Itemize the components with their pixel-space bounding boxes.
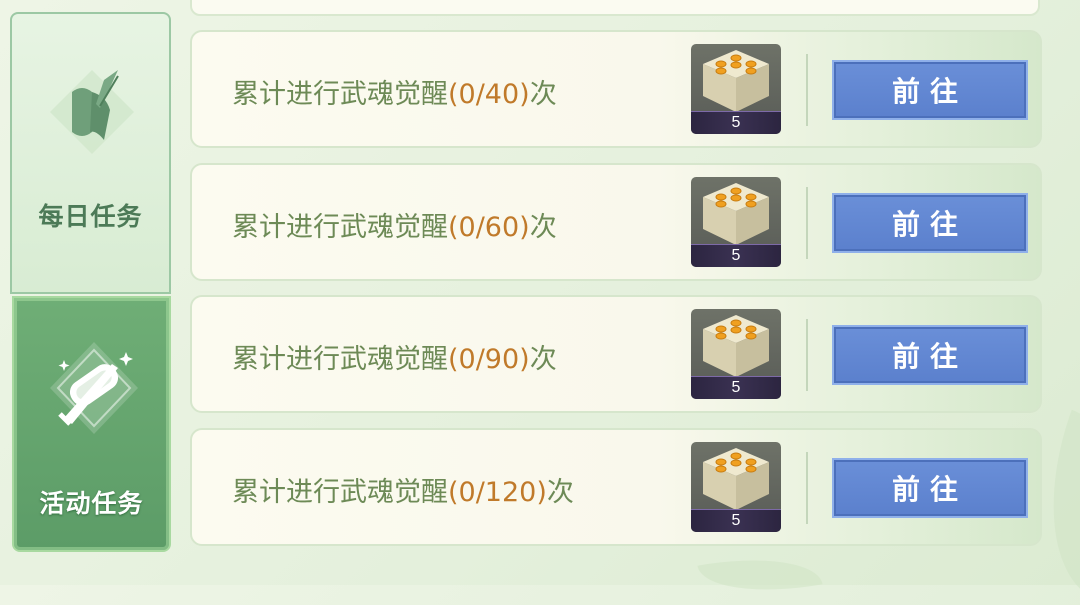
task-progress: (0/60) bbox=[448, 212, 530, 243]
task-description: 累计进行武魂觉醒(0/90)次 bbox=[232, 344, 557, 375]
go-button[interactable]: 前往 bbox=[832, 458, 1028, 518]
reward-item[interactable]: 5 bbox=[691, 177, 781, 267]
task-row: 累计进行武魂觉醒(0/60)次 5 前往 bbox=[190, 163, 1042, 281]
task-description: 累计进行武魂觉醒(0/120)次 bbox=[232, 477, 574, 508]
reward-count: 5 bbox=[731, 512, 741, 529]
task-row: 累计进行武魂觉醒(0/40)次 5 前往 bbox=[190, 30, 1042, 148]
task-category-sidebar: 每日任务 活动任务 bbox=[10, 12, 173, 552]
quill-scroll-icon bbox=[50, 70, 134, 154]
divider bbox=[806, 187, 808, 259]
go-button[interactable]: 前往 bbox=[832, 193, 1028, 253]
divider bbox=[806, 319, 808, 391]
task-description: 累计进行武魂觉醒(0/40)次 bbox=[232, 79, 557, 110]
task-row: 累计进行武魂觉醒(0/120)次 5 前往 bbox=[190, 428, 1042, 546]
task-list[interactable]: 累计进行武魂觉醒(0/40)次 5 前往 累计进行武魂觉醒(0/60)次 5 前… bbox=[190, 0, 1045, 585]
task-description: 累计进行武魂觉醒(0/60)次 bbox=[232, 212, 557, 243]
task-row: 累计进行武魂觉醒(0/90)次 5 前往 bbox=[190, 295, 1042, 413]
task-progress: (0/40) bbox=[448, 79, 530, 110]
go-button[interactable]: 前往 bbox=[832, 325, 1028, 385]
scroll-sword-icon bbox=[50, 342, 138, 434]
tab-daily-tasks[interactable]: 每日任务 bbox=[10, 12, 171, 294]
tab-event-tasks[interactable]: 活动任务 bbox=[12, 296, 171, 552]
reward-count: 5 bbox=[731, 114, 741, 131]
tab-event-label: 活动任务 bbox=[39, 489, 144, 518]
dice-icon bbox=[703, 50, 769, 112]
reward-item[interactable]: 5 bbox=[691, 442, 781, 532]
task-progress: (0/120) bbox=[448, 477, 547, 508]
go-button[interactable]: 前往 bbox=[832, 60, 1028, 120]
reward-count: 5 bbox=[731, 247, 741, 264]
divider bbox=[806, 452, 808, 524]
divider bbox=[806, 54, 808, 126]
task-progress: (0/90) bbox=[448, 344, 530, 375]
dice-icon bbox=[703, 183, 769, 245]
dice-icon bbox=[703, 315, 769, 377]
reward-item[interactable]: 5 bbox=[691, 309, 781, 399]
reward-count: 5 bbox=[731, 379, 741, 396]
tab-daily-label: 每日任务 bbox=[38, 202, 143, 231]
dice-icon bbox=[703, 448, 769, 510]
reward-item[interactable]: 5 bbox=[691, 44, 781, 134]
task-row-partial bbox=[190, 0, 1040, 16]
